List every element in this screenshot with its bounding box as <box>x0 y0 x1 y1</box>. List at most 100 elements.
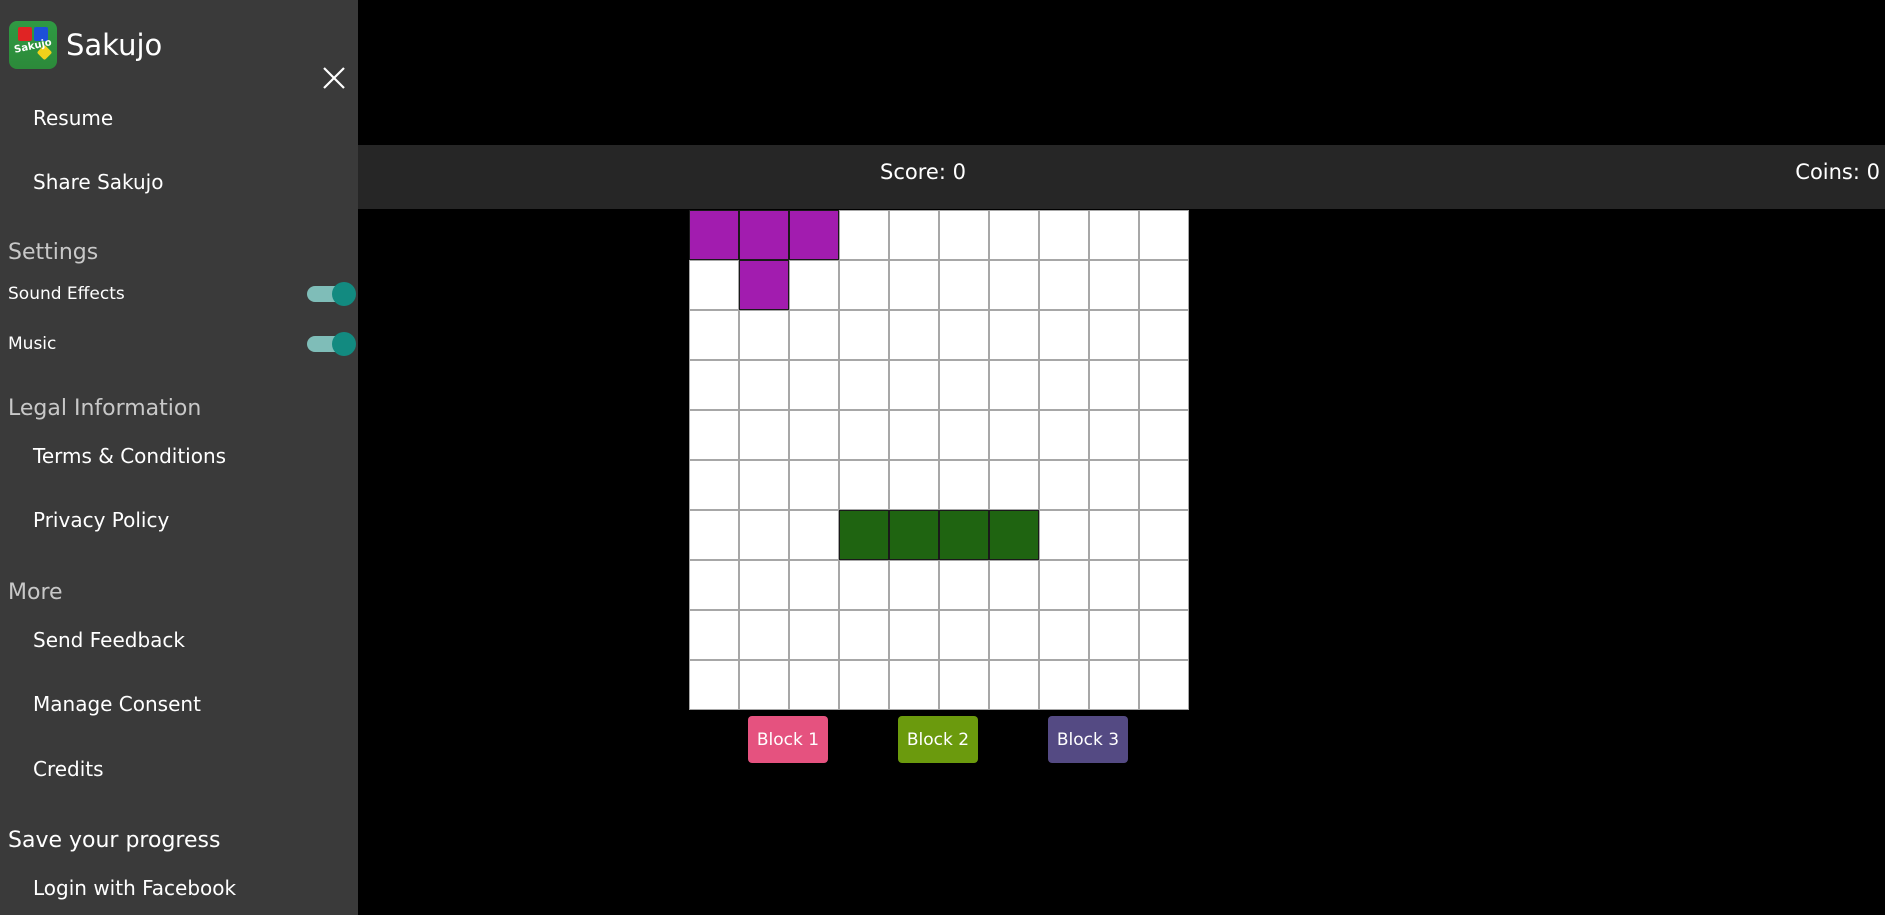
menu-item-feedback[interactable]: Send Feedback <box>33 628 185 652</box>
board-cell[interactable] <box>789 460 839 510</box>
menu-item-credits[interactable]: Credits <box>33 757 104 781</box>
board-cell[interactable] <box>1039 260 1089 310</box>
board-cell[interactable] <box>839 560 889 610</box>
board-cell[interactable] <box>739 610 789 660</box>
board-cell[interactable] <box>1139 310 1189 360</box>
board-cell[interactable] <box>1139 210 1189 260</box>
menu-item-terms[interactable]: Terms & Conditions <box>33 444 226 468</box>
board-cell[interactable] <box>839 310 889 360</box>
board-cell-filled[interactable] <box>989 510 1039 560</box>
board-cell[interactable] <box>889 610 939 660</box>
board-cell[interactable] <box>839 410 889 460</box>
board-cell[interactable] <box>989 360 1039 410</box>
board-cell[interactable] <box>1089 560 1139 610</box>
board-cell[interactable] <box>689 660 739 710</box>
board-cell[interactable] <box>1089 460 1139 510</box>
board-cell[interactable] <box>939 360 989 410</box>
board-cell[interactable] <box>889 460 939 510</box>
board-cell[interactable] <box>739 360 789 410</box>
block-3-button[interactable]: Block 3 <box>1048 716 1128 763</box>
board-cell[interactable] <box>939 610 989 660</box>
board-cell-filled[interactable] <box>689 210 739 260</box>
board-cell[interactable] <box>889 260 939 310</box>
menu-item-share[interactable]: Share Sakujo <box>33 170 163 194</box>
board-cell[interactable] <box>739 310 789 360</box>
board-cell[interactable] <box>889 410 939 460</box>
board-cell[interactable] <box>739 660 789 710</box>
board-cell[interactable] <box>889 560 939 610</box>
sound-effects-toggle[interactable] <box>307 280 359 308</box>
board-cell[interactable] <box>1139 610 1189 660</box>
board-cell[interactable] <box>939 660 989 710</box>
board-cell[interactable] <box>689 460 739 510</box>
board-cell[interactable] <box>789 260 839 310</box>
board-cell[interactable] <box>989 410 1039 460</box>
board-cell[interactable] <box>939 310 989 360</box>
board-cell[interactable] <box>789 610 839 660</box>
board-cell[interactable] <box>1039 410 1089 460</box>
board-cell[interactable] <box>1039 210 1089 260</box>
game-board[interactable] <box>689 210 1189 710</box>
board-cell[interactable] <box>789 660 839 710</box>
board-cell[interactable] <box>839 360 889 410</box>
board-cell[interactable] <box>1089 310 1139 360</box>
board-cell[interactable] <box>939 260 989 310</box>
board-cell[interactable] <box>1139 560 1189 610</box>
board-cell[interactable] <box>839 660 889 710</box>
board-cell[interactable] <box>689 360 739 410</box>
board-cell-filled[interactable] <box>889 510 939 560</box>
board-cell[interactable] <box>1139 510 1189 560</box>
board-cell[interactable] <box>789 360 839 410</box>
board-cell[interactable] <box>939 460 989 510</box>
board-cell[interactable] <box>939 210 989 260</box>
board-cell[interactable] <box>989 210 1039 260</box>
board-cell[interactable] <box>839 260 889 310</box>
board-cell[interactable] <box>939 560 989 610</box>
board-cell[interactable] <box>839 210 889 260</box>
board-cell-filled[interactable] <box>739 260 789 310</box>
board-cell[interactable] <box>789 310 839 360</box>
board-cell[interactable] <box>889 660 939 710</box>
board-cell-filled[interactable] <box>789 210 839 260</box>
block-2-button[interactable]: Block 2 <box>898 716 978 763</box>
board-cell[interactable] <box>689 260 739 310</box>
board-cell[interactable] <box>1089 660 1139 710</box>
board-cell[interactable] <box>689 560 739 610</box>
board-cell[interactable] <box>1039 360 1089 410</box>
board-cell[interactable] <box>989 310 1039 360</box>
menu-item-consent[interactable]: Manage Consent <box>33 692 201 716</box>
board-cell[interactable] <box>739 560 789 610</box>
board-cell[interactable] <box>739 510 789 560</box>
board-cell[interactable] <box>1039 560 1089 610</box>
board-cell[interactable] <box>889 310 939 360</box>
close-menu-button[interactable] <box>320 64 348 92</box>
board-cell[interactable] <box>1089 260 1139 310</box>
board-cell[interactable] <box>689 510 739 560</box>
board-cell[interactable] <box>989 560 1039 610</box>
board-cell[interactable] <box>1039 610 1089 660</box>
board-cell[interactable] <box>689 410 739 460</box>
board-cell[interactable] <box>1089 510 1139 560</box>
board-cell-filled[interactable] <box>939 510 989 560</box>
music-toggle[interactable] <box>307 330 359 358</box>
block-1-button[interactable]: Block 1 <box>748 716 828 763</box>
board-cell[interactable] <box>989 260 1039 310</box>
board-cell[interactable] <box>939 410 989 460</box>
board-cell[interactable] <box>689 610 739 660</box>
board-cell[interactable] <box>989 460 1039 510</box>
board-cell[interactable] <box>739 460 789 510</box>
board-cell[interactable] <box>989 660 1039 710</box>
board-cell[interactable] <box>789 410 839 460</box>
board-cell[interactable] <box>1039 460 1089 510</box>
board-cell[interactable] <box>789 560 839 610</box>
board-cell[interactable] <box>1039 660 1089 710</box>
board-cell[interactable] <box>1139 460 1189 510</box>
board-cell[interactable] <box>689 310 739 360</box>
board-cell-filled[interactable] <box>839 510 889 560</box>
board-cell[interactable] <box>739 410 789 460</box>
board-cell[interactable] <box>839 610 889 660</box>
board-cell[interactable] <box>1089 210 1139 260</box>
board-cell[interactable] <box>989 610 1039 660</box>
board-cell[interactable] <box>1039 510 1089 560</box>
board-cell[interactable] <box>789 510 839 560</box>
